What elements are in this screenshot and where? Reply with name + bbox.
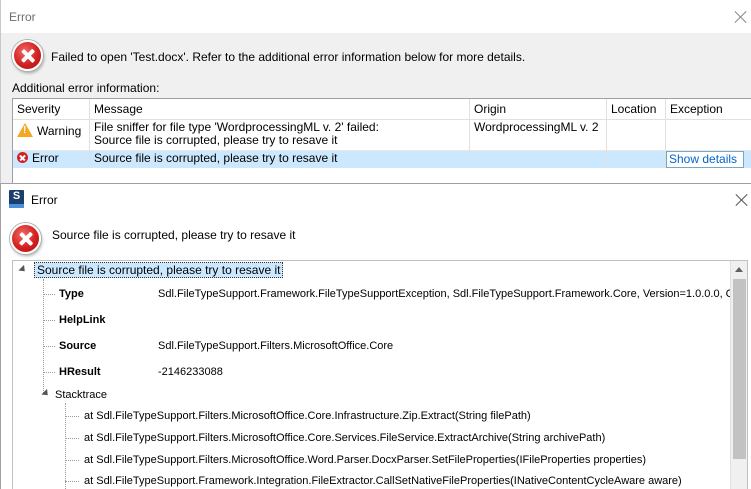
prop-value-type: Sdl.FileTypeSupport.Framework.FileTypeSu… (158, 288, 734, 300)
prop-name-source: Source (59, 340, 97, 352)
column-header-exception[interactable]: Exception (666, 99, 751, 120)
prop-name-helplink: HelpLink (59, 314, 106, 326)
tree-line (43, 320, 55, 321)
tree-line (65, 438, 79, 439)
prop-name-type: Type (59, 288, 84, 300)
warning-icon (17, 123, 33, 137)
table-row[interactable]: Warning File sniffer for file type 'Word… (13, 120, 751, 151)
scroll-up-arrow-icon[interactable] (731, 261, 747, 278)
tree-line (43, 279, 44, 393)
tree-node-root[interactable]: Source file is corrupted, please try to … (34, 262, 284, 278)
trados-logo-icon: S (9, 190, 24, 208)
severity-text: Warning (37, 124, 82, 138)
exception-tree[interactable]: Source file is corrupted, please try to … (12, 260, 748, 489)
collapse-icon[interactable] (18, 264, 28, 275)
message-line-2: Source file is corrupted, please try to … (94, 133, 338, 147)
close-icon[interactable] (734, 10, 748, 24)
scrollbar-thumb[interactable] (733, 279, 746, 459)
prop-name-hresult: HResult (59, 366, 101, 378)
vertical-scrollbar[interactable] (730, 261, 747, 489)
tree-line (43, 372, 55, 373)
tree-line (43, 346, 55, 347)
error-dialog-front: S Error Source file is corrupted, please… (0, 183, 751, 489)
tree-line (65, 460, 79, 461)
severity-cell: Error (13, 151, 90, 168)
severity-text: Error (32, 151, 59, 165)
tree-node-stacktrace[interactable]: Stacktrace (55, 389, 107, 401)
error-icon (12, 40, 43, 71)
error-message: Source file is corrupted, please try to … (52, 228, 296, 242)
table-header: Severity Message Origin Location Excepti… (13, 99, 751, 120)
column-header-location[interactable]: Location (607, 99, 666, 120)
origin-cell: WordprocessingML v. 2 (470, 120, 607, 150)
tree-line (43, 294, 55, 295)
severity-cell: Warning (13, 120, 90, 150)
prop-value-hresult: -2146233088 (158, 366, 223, 378)
error-icon (10, 223, 41, 254)
close-icon[interactable] (735, 193, 749, 207)
error-message: Failed to open 'Test.docx'. Refer to the… (51, 50, 526, 64)
stacktrace-line: at Sdl.FileTypeSupport.Filters.Microsoft… (84, 454, 647, 466)
table-row-selected[interactable]: Error Source file is corrupted, please t… (13, 151, 751, 168)
error-dialog-back: Error Failed to open 'Test.docx'. Refer … (0, 0, 751, 200)
stacktrace-line: at Sdl.FileTypeSupport.Framework.Integra… (84, 475, 682, 487)
location-cell (607, 151, 666, 168)
column-header-severity[interactable]: Severity (13, 99, 90, 120)
tree-line (65, 481, 79, 482)
show-details-button[interactable]: Show details (666, 151, 744, 168)
origin-cell (470, 151, 607, 168)
location-cell (607, 120, 666, 150)
additional-info-label: Additional error information: (12, 81, 160, 95)
title-bar: S Error (1, 184, 751, 214)
exception-cell (666, 120, 751, 150)
window-title: Error (9, 10, 36, 24)
title-bar: Error (1, 0, 751, 33)
tree-line (65, 416, 79, 417)
stacktrace-line: at Sdl.FileTypeSupport.Filters.Microsoft… (84, 432, 606, 444)
message-cell: File sniffer for file type 'Wordprocessi… (90, 120, 470, 150)
column-header-message[interactable]: Message (90, 99, 470, 120)
window-title: Error (31, 193, 58, 207)
message-cell: Source file is corrupted, please try to … (90, 151, 470, 168)
stacktrace-line: at Sdl.FileTypeSupport.Filters.Microsoft… (84, 410, 531, 422)
prop-value-source: Sdl.FileTypeSupport.Filters.MicrosoftOff… (158, 340, 394, 352)
error-small-icon (17, 152, 28, 163)
column-header-origin[interactable]: Origin (470, 99, 607, 120)
